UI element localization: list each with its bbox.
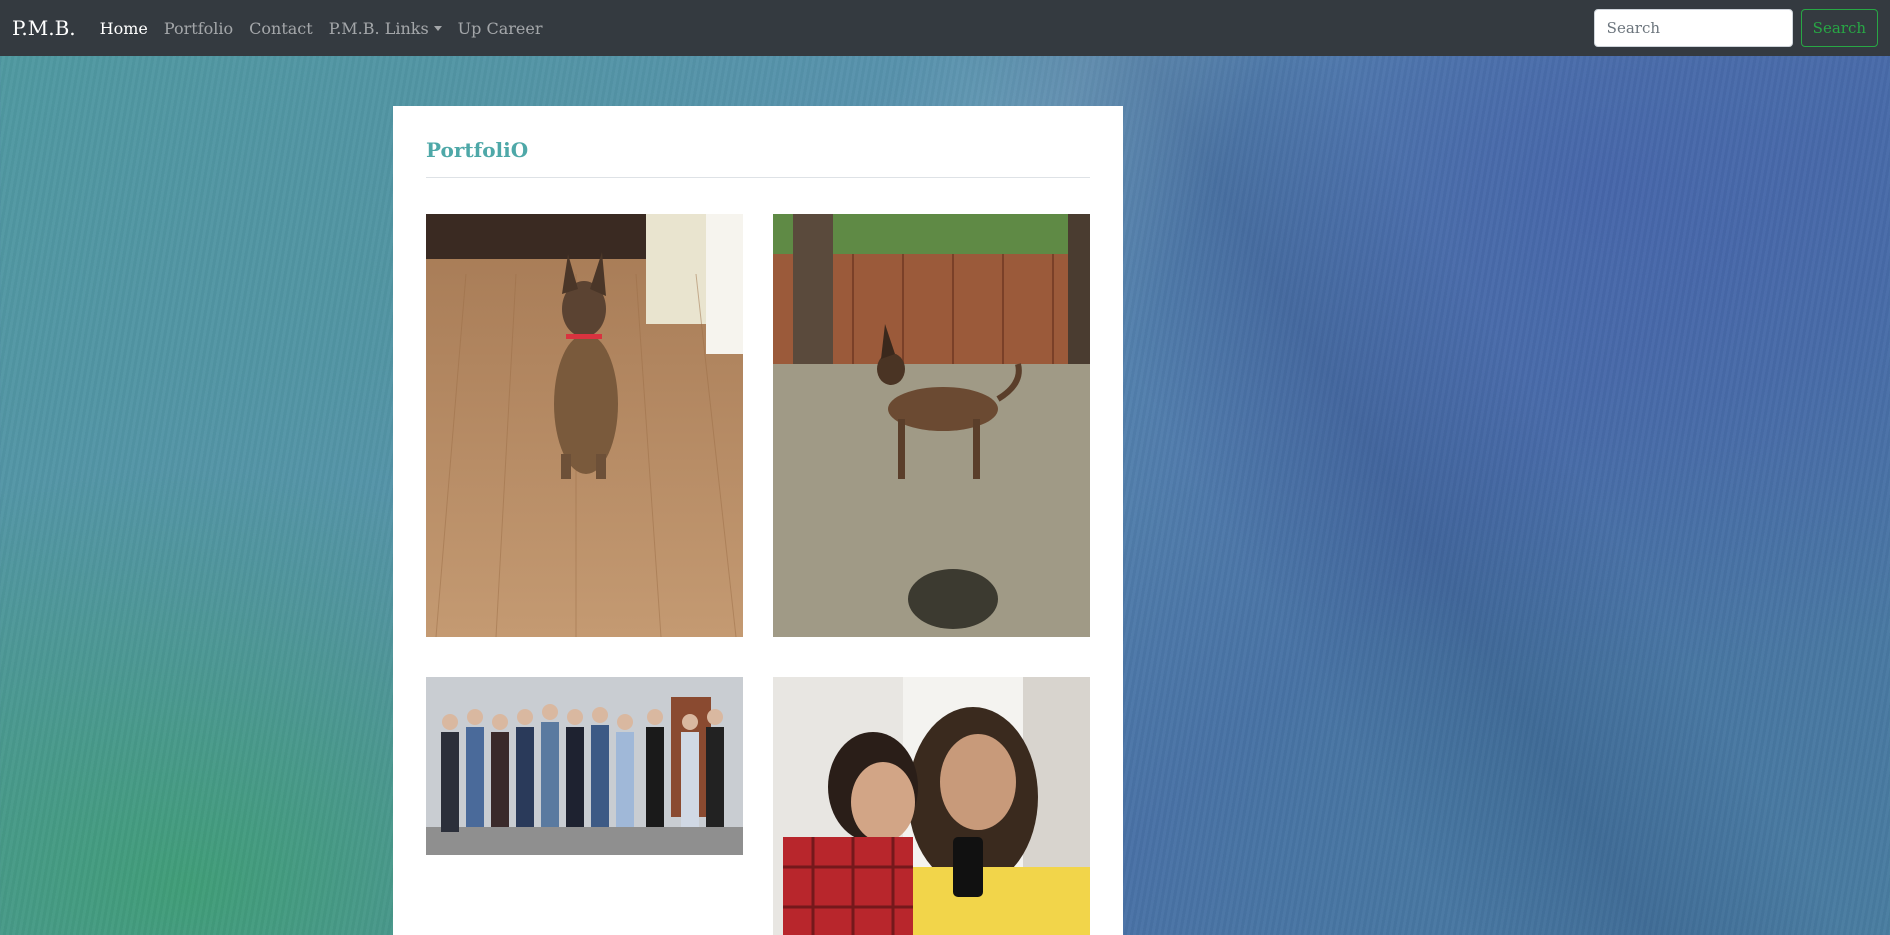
brand-link[interactable]: P.M.B.: [12, 16, 76, 40]
dog-indoors-photo[interactable]: [426, 214, 743, 637]
nav-up-career[interactable]: Up Career: [458, 19, 543, 38]
photo-grid: [426, 214, 1090, 935]
nav-contact[interactable]: Contact: [249, 19, 313, 38]
search-input[interactable]: [1593, 9, 1793, 47]
chevron-down-icon: [433, 25, 442, 31]
search-button[interactable]: Search: [1800, 9, 1878, 47]
nav-portfolio[interactable]: Portfolio: [164, 19, 233, 38]
navbar: P.M.B. Home Portfolio Contact P.M.B. Lin…: [0, 0, 1890, 56]
nav-home[interactable]: Home: [100, 19, 148, 38]
nav-pmb-links-dropdown[interactable]: P.M.B. Links: [329, 19, 442, 38]
couple-selfie-photo[interactable]: [773, 677, 1090, 935]
nav-pmb-links-label: P.M.B. Links: [328, 18, 429, 38]
page-title: PortfoliO: [426, 138, 1090, 178]
search-form: Search: [1593, 9, 1878, 47]
portfolio-card: PortfoliO: [393, 106, 1123, 935]
dog-yard-photo[interactable]: [773, 214, 1090, 637]
group-photo[interactable]: [426, 677, 743, 855]
